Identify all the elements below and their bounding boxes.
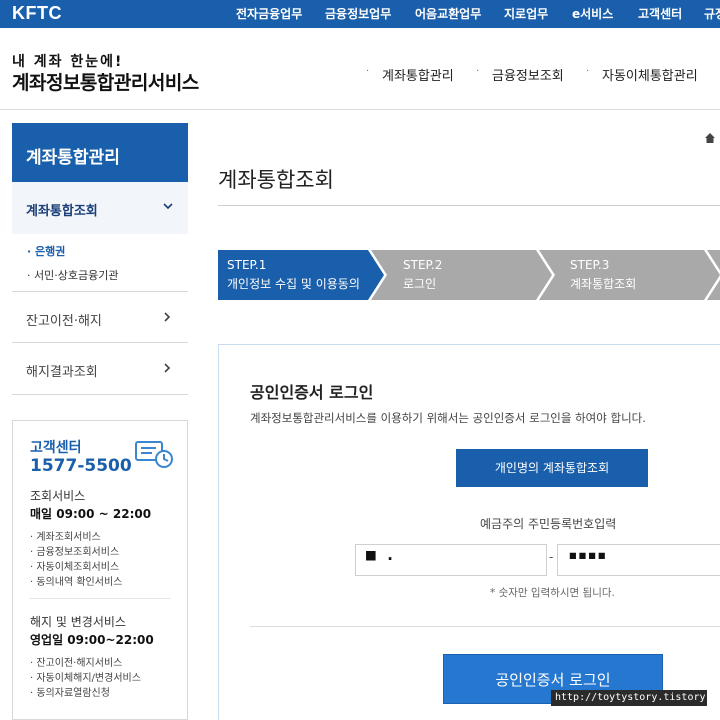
topnav-regulations[interactable]: 규정 [704, 5, 720, 22]
rrn-separator: - [549, 550, 554, 564]
step-2-desc: 로그인 [403, 277, 437, 291]
step-1-desc: 개인정보 수집 및 이용동의 [227, 277, 360, 291]
sidebar-divider [12, 291, 188, 292]
nav-separator: · [586, 66, 590, 77]
input-hint: * 숫자만 입력하시면 됩니다. [490, 587, 615, 599]
topnav-bill-clearing[interactable]: 어음교환업무 [415, 5, 481, 22]
topnav-giro[interactable]: 지로업무 [504, 5, 548, 22]
chevron-right-icon[interactable] [162, 311, 172, 326]
step-2-shape [371, 250, 552, 300]
inquiry-item: · 금융정보조회서비스 [30, 547, 120, 558]
step-3-label: STEP.3 [570, 258, 610, 272]
topnav-customer-center[interactable]: 고객센터 [638, 5, 682, 22]
inquiry-item: · 자동이체조회서비스 [30, 562, 120, 573]
computer-support-icon [134, 440, 174, 470]
sidebar-item-label[interactable]: 계좌통합조회 [26, 200, 98, 219]
chevron-right-icon[interactable] [162, 362, 172, 377]
sidebar-subitem-cooperative[interactable]: · 서민·상호금융기관 [27, 267, 118, 283]
change-service-hours: 영업일 09:00~22:00 [30, 633, 154, 647]
inquiry-service-title: 조회서비스 [30, 489, 86, 503]
sidebar-subitem-banks[interactable]: · 은행권 [27, 243, 65, 259]
header-nav-financial-info[interactable]: 금융정보조회 [492, 65, 564, 84]
sidebar-item-balance-transfer[interactable]: 잔고이전·해지 [26, 310, 102, 329]
topnav-electronic-finance[interactable]: 전자금융업무 [236, 5, 302, 22]
inquiry-item: · 계좌조회서비스 [30, 532, 101, 543]
personal-account-inquiry-button[interactable]: 개인명의 계좌통합조회 [456, 449, 648, 487]
page-title: 계좌통합조회 [218, 168, 334, 192]
header-divider [0, 109, 720, 110]
change-item: · 동의자료열람신청 [30, 688, 110, 699]
chevron-down-icon[interactable] [162, 200, 174, 214]
service-title[interactable]: 계좌정보통합관리서비스 [12, 68, 199, 95]
inquiry-item: · 동의내역 확인서비스 [30, 577, 123, 588]
sidebar-divider [12, 342, 188, 343]
header-nav-account-management[interactable]: 계좌통합관리 [382, 65, 454, 84]
top-navigation-bar: KFTC 전자금융업무 금융정보업무 어음교환업무 지로업무 e서비스 고객센터… [0, 0, 720, 28]
login-box-divider [250, 626, 720, 627]
login-description: 계좌정보통합관리서비스를 이용하기 위해서는 공인인증서 로그인을 하여야 합니… [250, 411, 646, 425]
home-icon[interactable] [704, 132, 716, 147]
watermark-url: http://toytystory.tistory.com [551, 690, 707, 706]
step-2-label: STEP.2 [403, 258, 443, 272]
topnav-financial-info[interactable]: 금융정보업무 [325, 5, 391, 22]
change-item: · 자동이체해지/변경서비스 [30, 673, 141, 684]
step-1-label: STEP.1 [227, 258, 267, 272]
topnav-eservice[interactable]: e서비스 [572, 5, 613, 22]
customer-center-divider [30, 598, 170, 599]
change-item: · 잔고이전·해지서비스 [30, 658, 123, 669]
header-nav-auto-transfer[interactable]: 자동이체통합관리 [602, 65, 698, 84]
title-divider [218, 205, 720, 206]
step-3-desc: 계좌통합조회 [570, 277, 637, 291]
inquiry-service-hours: 매일 09:00 ~ 22:00 [30, 507, 152, 521]
rrn-field-label: 예금주의 주민등록번호입력 [480, 517, 617, 531]
sidebar-divider [12, 394, 188, 395]
rrn-front-input[interactable]: ■ . [355, 544, 547, 576]
login-title: 공인인증서 로그인 [250, 383, 374, 402]
change-service-title: 해지 및 변경서비스 [30, 615, 126, 629]
customer-center-title: 고객센터 [30, 440, 82, 456]
sidebar-heading: 계좌통합관리 [12, 123, 188, 182]
nav-separator: · [476, 66, 480, 77]
kftc-logo[interactable]: KFTC [12, 3, 62, 24]
customer-center-phone: 1577-5500 [30, 456, 132, 476]
sidebar-item-termination-results[interactable]: 해지결과조회 [26, 361, 98, 380]
nav-separator: · [366, 66, 370, 77]
rrn-back-input[interactable]: ▪▪▪▪ [557, 544, 720, 576]
